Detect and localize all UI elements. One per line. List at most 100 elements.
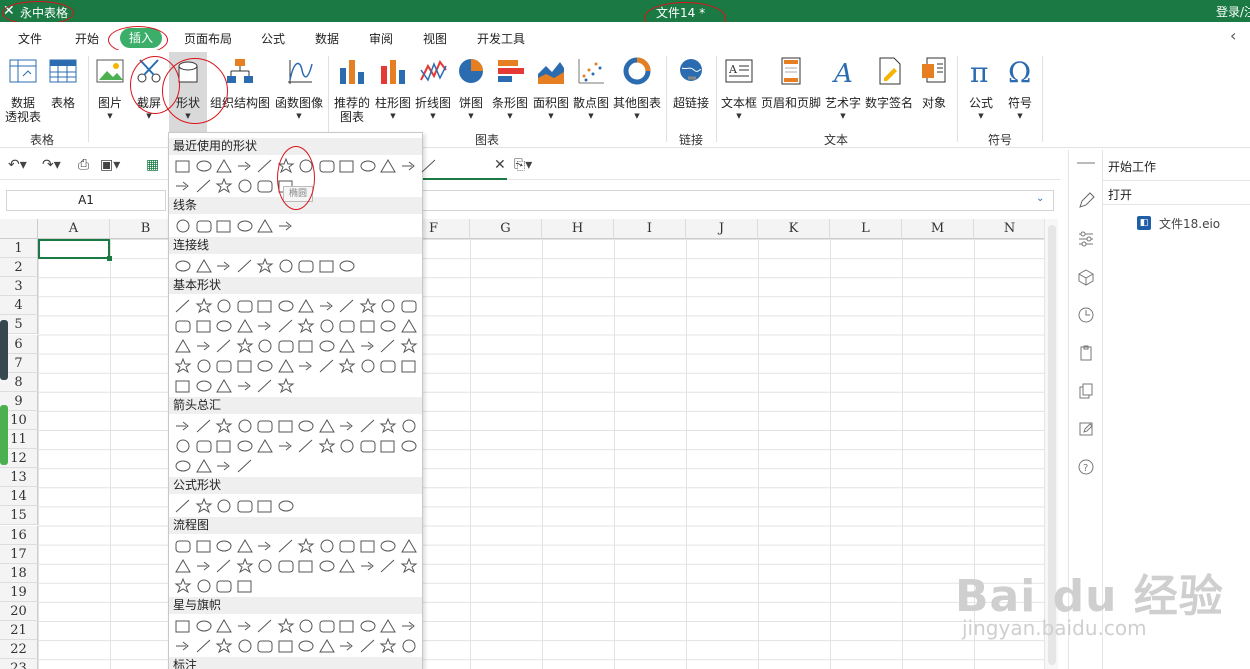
- row-header[interactable]: 16: [0, 525, 38, 545]
- decision-shape-icon[interactable]: [214, 537, 234, 555]
- print-preview-icon[interactable]: ⎙: [78, 157, 89, 173]
- quad-callout-shape-icon[interactable]: [194, 457, 214, 475]
- wave-shape-icon[interactable]: [296, 637, 316, 655]
- chevron-shape-icon[interactable]: [317, 437, 337, 455]
- row-header[interactable]: 22: [0, 640, 38, 660]
- u-turn-arrow-shape-icon[interactable]: [358, 417, 378, 435]
- left-brace-shape-icon[interactable]: [419, 157, 439, 175]
- star-5-shape-icon[interactable]: [235, 617, 255, 635]
- heart-shape-icon[interactable]: [276, 357, 296, 375]
- menu-data[interactable]: 数据: [315, 30, 339, 47]
- curved-ribbon-up-shape-icon[interactable]: [214, 637, 234, 655]
- new-tab-icon[interactable]: ⎘▾: [514, 157, 532, 173]
- equal-sign-shape-icon[interactable]: [255, 497, 275, 515]
- rectangle-shape-icon[interactable]: [255, 157, 275, 175]
- elbow-arrow-shape-icon[interactable]: [255, 257, 275, 275]
- frame-shape-icon[interactable]: [235, 337, 255, 355]
- terminator-shape-icon[interactable]: [337, 537, 357, 555]
- star-12-shape-icon[interactable]: [337, 617, 357, 635]
- ribbon-up-shape-icon[interactable]: [173, 637, 193, 655]
- row-header[interactable]: 18: [0, 563, 38, 583]
- block-arc-shape-icon[interactable]: [214, 357, 234, 375]
- row-header[interactable]: 19: [0, 582, 38, 602]
- teardrop-shape-icon[interactable]: [214, 337, 234, 355]
- rounded-rect-shape-icon[interactable]: [378, 297, 398, 315]
- manual-input-shape-icon[interactable]: [378, 537, 398, 555]
- menu-file[interactable]: 文件: [18, 30, 42, 47]
- explosion-shape-icon[interactable]: [173, 617, 193, 635]
- explosion-2-shape-icon[interactable]: [194, 617, 214, 635]
- flag-shape-icon[interactable]: [358, 637, 378, 655]
- text-box-shape-icon[interactable]: [173, 297, 193, 315]
- donut-shape-icon[interactable]: [173, 357, 193, 375]
- star-24-shape-icon[interactable]: [378, 617, 398, 635]
- right-arrow-shape-icon[interactable]: [173, 417, 193, 435]
- row-header[interactable]: 4: [0, 296, 38, 316]
- line-chart-button[interactable]: 折线图 ▼: [414, 52, 452, 132]
- dodecagon-shape-icon[interactable]: [399, 317, 419, 335]
- smiley-shape-icon[interactable]: [255, 357, 275, 375]
- data-shape-icon[interactable]: [235, 537, 255, 555]
- elbow-shape-icon[interactable]: [235, 257, 255, 275]
- textbox-button[interactable]: A 文本框 ▼: [720, 52, 758, 132]
- heptagon-shape-icon[interactable]: [317, 317, 337, 335]
- striped-arrow-shape-icon[interactable]: [255, 437, 275, 455]
- circular-arrow-shape-icon[interactable]: [214, 457, 234, 475]
- column-header[interactable]: A: [38, 219, 110, 239]
- cloud-shape-icon[interactable]: [358, 357, 378, 375]
- diagonal-stripe-shape-icon[interactable]: [296, 337, 316, 355]
- bent-arrow-shape-icon[interactable]: [337, 417, 357, 435]
- recommended-chart-button[interactable]: 推荐的 图表: [332, 52, 372, 132]
- right-brace-shape-icon[interactable]: [235, 377, 255, 395]
- left-edge-handle[interactable]: [0, 405, 8, 465]
- chord-shape-icon[interactable]: [194, 337, 214, 355]
- multiply-sign-shape-icon[interactable]: [214, 497, 234, 515]
- arrow-line-shape-icon[interactable]: [235, 157, 255, 175]
- bevel-shape-icon[interactable]: [399, 337, 419, 355]
- name-box[interactable]: A1: [6, 190, 166, 211]
- edit-document-icon[interactable]: [1077, 420, 1095, 438]
- login-link[interactable]: 登录/注: [1216, 3, 1250, 20]
- flag-shape-icon[interactable]: [399, 637, 419, 655]
- rect-shape-icon[interactable]: [214, 317, 234, 335]
- star-32-shape-icon[interactable]: [399, 617, 419, 635]
- row-header[interactable]: 23: [0, 659, 38, 669]
- arc-shape-icon[interactable]: [378, 357, 398, 375]
- lightning-shape-icon[interactable]: [296, 357, 316, 375]
- hyperlink-button[interactable]: 超链接: [670, 52, 712, 132]
- menu-developer[interactable]: 开发工具: [477, 30, 525, 47]
- curve-connector-shape-icon[interactable]: [296, 257, 316, 275]
- column-header[interactable]: I: [614, 219, 686, 239]
- right-triangle-shape-icon[interactable]: [255, 297, 275, 315]
- symbol-button[interactable]: Ω 符号 ▼: [1002, 52, 1038, 132]
- diamond-shape-icon[interactable]: [317, 297, 337, 315]
- row-header[interactable]: 3: [0, 277, 38, 297]
- moon-shape-icon[interactable]: [337, 357, 357, 375]
- curve-shape-icon[interactable]: [214, 177, 234, 195]
- double-wave-shape-icon[interactable]: [317, 637, 337, 655]
- area-chart-button[interactable]: 面积图 ▼: [532, 52, 570, 132]
- curved-left-arrow-shape-icon[interactable]: [194, 437, 214, 455]
- dodecagon-shape-icon[interactable]: [378, 317, 398, 335]
- double-arrow-line-shape-icon[interactable]: [214, 217, 234, 235]
- manual-operation-shape-icon[interactable]: [399, 537, 419, 555]
- rectangle-shape-icon[interactable]: [358, 297, 378, 315]
- arc-shape-icon[interactable]: [194, 177, 214, 195]
- elbow-double-shape-icon[interactable]: [276, 257, 296, 275]
- scatter-chart-button[interactable]: 散点图 ▼: [572, 52, 610, 132]
- no-symbol-shape-icon[interactable]: [194, 357, 214, 375]
- magnetic-disk-shape-icon[interactable]: [194, 577, 214, 595]
- curved-up-arrow-shape-icon[interactable]: [214, 437, 234, 455]
- other-charts-button[interactable]: 其他图表 ▼: [612, 52, 662, 132]
- vertical-scroll-shape-icon[interactable]: [255, 637, 275, 655]
- plaque-shape-icon[interactable]: [337, 337, 357, 355]
- curve-arrow-shape-icon[interactable]: [317, 257, 337, 275]
- can-shape-icon[interactable]: [358, 337, 378, 355]
- rect-shape-icon[interactable]: [255, 317, 275, 335]
- left-right-arrow-shape-icon[interactable]: [255, 417, 275, 435]
- row-header[interactable]: 1: [0, 239, 38, 258]
- plus-shape-icon[interactable]: [317, 337, 337, 355]
- clipboard-icon[interactable]: [1077, 344, 1095, 362]
- internal-storage-shape-icon[interactable]: [276, 537, 296, 555]
- collate-shape-icon[interactable]: [296, 557, 316, 575]
